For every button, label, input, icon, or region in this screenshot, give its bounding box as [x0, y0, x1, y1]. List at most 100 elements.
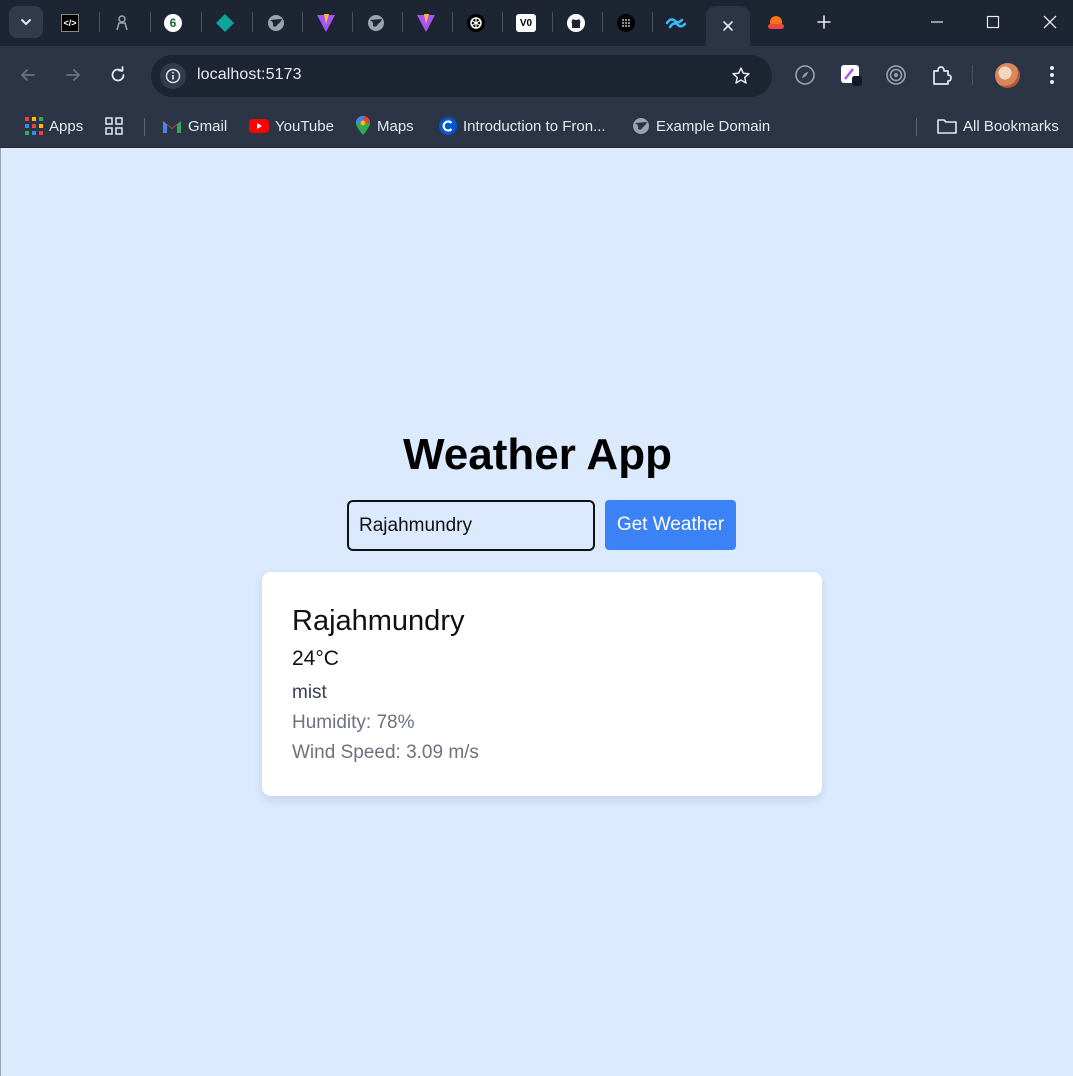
bookmark-youtube-label: YouTube [275, 117, 334, 135]
minimize-icon [931, 21, 943, 23]
bookmark-gmail-label: Gmail [188, 117, 228, 135]
bookmark-tab-groups[interactable] [105, 113, 123, 139]
bookmarks-divider [916, 118, 917, 136]
bookmark-maps-label: Maps [377, 117, 414, 135]
minimize-button[interactable] [922, 8, 952, 36]
compass-icon [795, 65, 815, 85]
all-bookmarks[interactable]: All Bookmarks [937, 113, 1059, 139]
reload-button[interactable] [103, 60, 133, 90]
vite-icon [317, 14, 335, 32]
bookmark-youtube[interactable]: YouTube [249, 113, 334, 139]
bookmark-intro[interactable]: Introduction to Fron... [439, 113, 606, 139]
green-six-icon: 6 [164, 14, 182, 32]
v0-icon: V0 [516, 14, 536, 32]
tab-7[interactable] [352, 6, 400, 40]
back-button[interactable] [13, 60, 43, 90]
tab-5[interactable] [252, 6, 300, 40]
arrow-left-icon [21, 69, 35, 81]
profile-avatar[interactable] [995, 63, 1020, 88]
city-input[interactable] [347, 500, 595, 551]
toolbar-divider [972, 65, 973, 85]
youtube-icon [249, 119, 269, 133]
new-tab-button[interactable] [810, 8, 838, 36]
page-viewport: Weather App Get Weather Rajahmundry 24°C… [0, 148, 1073, 1076]
extensions-button[interactable] [927, 61, 955, 89]
tab-active[interactable] [706, 6, 750, 46]
tab-1[interactable]: </> [46, 6, 94, 40]
pen-extension-icon [841, 65, 862, 86]
maximize-button[interactable] [978, 8, 1008, 36]
humidity: Humidity: 78% [292, 712, 415, 733]
all-bookmarks-label: All Bookmarks [963, 117, 1059, 135]
bookmark-maps[interactable]: Maps [355, 113, 414, 139]
plus-icon [817, 15, 831, 29]
star-icon [732, 67, 750, 84]
bookmark-example[interactable]: Example Domain [632, 113, 770, 139]
tab-8[interactable] [402, 6, 450, 40]
target-icon [886, 65, 906, 85]
bookmarks-divider [144, 118, 145, 136]
dark-code-icon: </> [61, 14, 79, 32]
close-window-button[interactable] [1035, 8, 1065, 36]
coursera-icon [439, 117, 457, 135]
forward-button[interactable] [58, 60, 88, 90]
bookmark-gmail[interactable]: Gmail [162, 113, 227, 139]
bookmark-star-button[interactable] [729, 64, 753, 88]
tab-4[interactable] [201, 6, 249, 40]
tailwind-icon [665, 18, 687, 29]
close-icon [1043, 15, 1057, 29]
globe-icon [368, 15, 384, 31]
extension-pen-button[interactable] [837, 61, 865, 89]
url-text[interactable]: localhost:5173 [197, 66, 302, 84]
tab-12[interactable] [602, 6, 650, 40]
github-icon [567, 14, 585, 32]
openai-icon [467, 14, 485, 32]
tab-groups-icon [105, 117, 123, 135]
tab-11[interactable] [552, 6, 600, 40]
tab-strip: </> 6 V0 [0, 0, 1073, 46]
city-name: Rajahmundry [292, 605, 465, 637]
more-vertical-icon [1050, 66, 1054, 84]
extension-target-button[interactable] [882, 61, 910, 89]
maximize-icon [986, 15, 1000, 29]
tab-15[interactable] [752, 6, 800, 40]
teal-diamond-icon [216, 14, 234, 32]
cloud-sun-icon [768, 16, 784, 29]
tab-13[interactable] [652, 6, 700, 40]
address-bar[interactable]: localhost:5173 [151, 55, 772, 97]
figure-icon [116, 15, 128, 31]
close-icon[interactable] [722, 20, 734, 32]
menu-button[interactable] [1038, 61, 1066, 89]
map-pin-icon [356, 116, 370, 135]
bookmark-intro-label: Introduction to Fron... [463, 117, 606, 135]
chevron-down-icon [21, 19, 31, 26]
tab-10[interactable]: V0 [502, 6, 550, 40]
weather-card: Rajahmundry 24°C mist Humidity: 78% Wind… [262, 572, 822, 796]
weather-description: mist [292, 682, 327, 703]
vite-icon [417, 14, 435, 32]
puzzle-icon [933, 66, 952, 85]
tab-6[interactable] [302, 6, 350, 40]
temperature: 24°C [292, 647, 339, 670]
browser-toolbar: localhost:5173 [0, 46, 1073, 104]
get-weather-button[interactable]: Get Weather [605, 500, 736, 550]
bookmark-example-label: Example Domain [656, 117, 771, 135]
tab-3[interactable]: 6 [149, 6, 197, 40]
site-info-button[interactable] [160, 63, 186, 89]
tab-2[interactable] [98, 6, 146, 40]
bookmark-apps-label: Apps [49, 117, 84, 135]
tab-search-button[interactable] [9, 6, 43, 38]
extension-compass-button[interactable] [791, 61, 819, 89]
dots-icon [617, 14, 635, 32]
tab-9[interactable] [452, 6, 500, 40]
page-title: Weather App [403, 430, 672, 479]
globe-icon [268, 15, 284, 31]
bookmarks-bar: Apps Gmail YouTube Maps Introduction to … [0, 104, 1073, 148]
globe-icon [633, 118, 649, 134]
gmail-icon [163, 121, 181, 133]
info-icon [165, 68, 181, 84]
reload-icon [111, 66, 125, 82]
arrow-right-icon [66, 69, 80, 81]
bookmark-apps[interactable]: Apps [25, 113, 83, 139]
wind-speed: Wind Speed: 3.09 m/s [292, 742, 479, 763]
